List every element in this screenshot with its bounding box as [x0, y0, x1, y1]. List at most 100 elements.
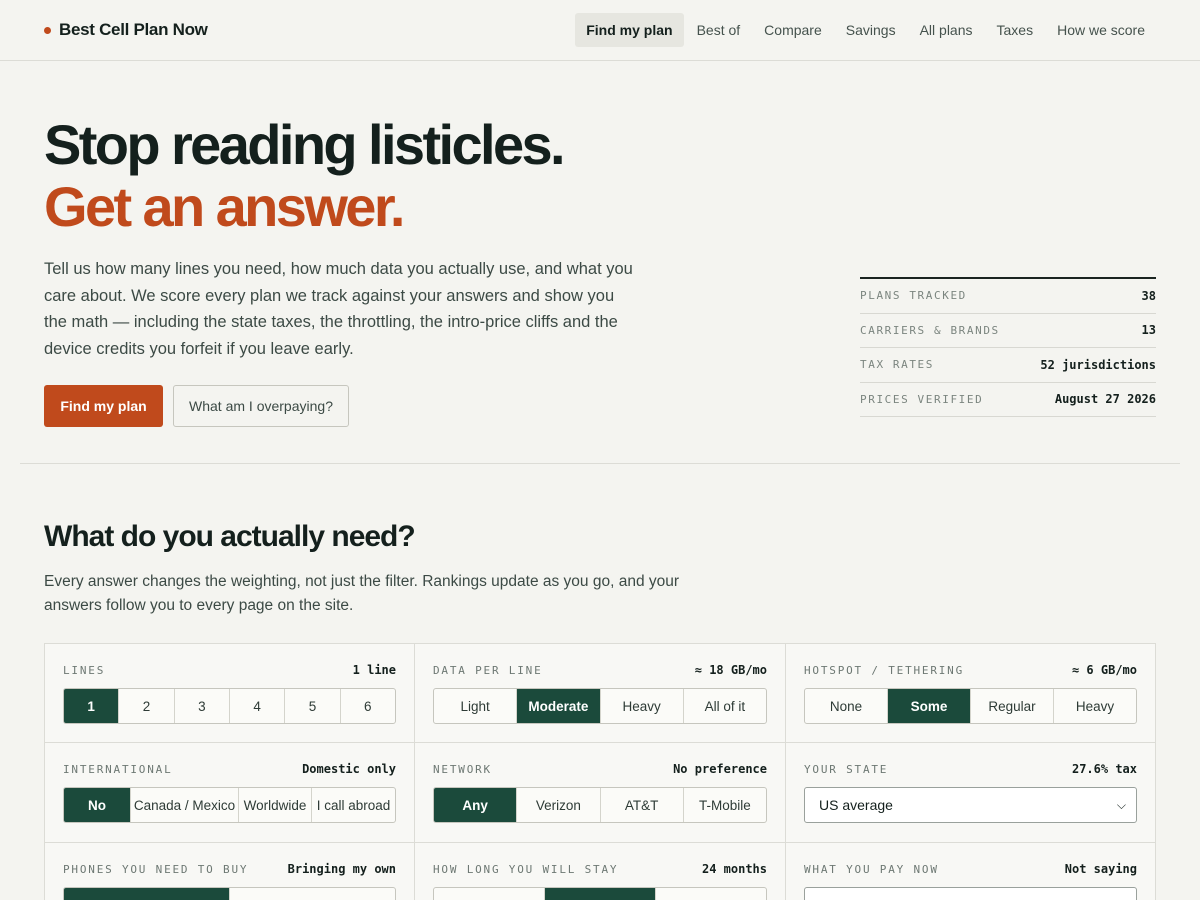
pay-now-input[interactable]	[804, 887, 1137, 900]
question-value: 27.6% tax	[1071, 762, 1137, 776]
international-option-canada-mexico[interactable]: Canada / Mexico	[131, 788, 239, 822]
question-data: DATA PER LINE ≈ 18 GB/mo Light Moderate …	[415, 644, 786, 743]
question-hotspot: HOTSPOT / TETHERING ≈ 6 GB/mo None Some …	[786, 644, 1155, 743]
stay-option[interactable]	[656, 888, 766, 900]
stat-row: TAX RATES 52 jurisdictions	[860, 348, 1156, 383]
stat-label: CARRIERS & BRANDS	[860, 323, 1000, 337]
question-value: Not saying	[1064, 862, 1137, 876]
needs-subtitle: Every answer changes the weighting, not …	[44, 573, 680, 614]
question-label: NETWORK	[433, 762, 492, 776]
question-label: WHAT YOU PAY NOW	[804, 862, 939, 876]
top-bar: Best Cell Plan Now Find my plan Best of …	[0, 0, 1200, 61]
stat-label: PRICES VERIFIED	[860, 392, 984, 406]
network-option-any[interactable]: Any	[434, 788, 518, 822]
stat-row: PLANS TRACKED 38	[860, 279, 1156, 314]
lines-segmented-control: 1 2 3 4 5 6	[63, 688, 396, 724]
stat-row: PRICES VERIFIED August 27 2026	[860, 383, 1156, 417]
question-network: NETWORK No preference Any Verizon AT&T T…	[415, 743, 786, 843]
needs-panel: LINES 1 line 1 2 3 4 5 6 DATA PER LINE ≈…	[44, 643, 1156, 900]
find-my-plan-button[interactable]: Find my plan	[44, 385, 163, 427]
question-stay: HOW LONG YOU WILL STAY 24 months	[415, 843, 786, 900]
phones-option[interactable]	[230, 888, 395, 900]
lines-option-1[interactable]: 1	[64, 689, 120, 723]
hero-title: Stop reading listicles. Get an answer.	[44, 113, 566, 238]
nav-all-plans[interactable]: All plans	[909, 13, 984, 47]
state-select-value: US average	[819, 797, 893, 813]
nav-compare[interactable]: Compare	[753, 13, 833, 47]
question-label: DATA PER LINE	[433, 663, 543, 677]
stat-value: 38	[1141, 288, 1156, 303]
data-option-all[interactable]: All of it	[684, 689, 766, 723]
data-option-light[interactable]: Light	[434, 689, 518, 723]
stat-value: 52 jurisdictions	[1040, 357, 1156, 372]
stat-label: TAX RATES	[860, 358, 935, 372]
question-state: YOUR STATE 27.6% tax US average ⌵	[786, 743, 1155, 843]
hotspot-segmented-control: None Some Regular Heavy	[804, 688, 1137, 724]
network-option-att[interactable]: AT&T	[601, 788, 684, 822]
lines-option-3[interactable]: 3	[175, 689, 230, 723]
international-option-worldwide[interactable]: Worldwide	[239, 788, 312, 822]
stay-segmented-control	[433, 887, 767, 900]
lines-option-4[interactable]: 4	[230, 689, 286, 723]
stat-value: August 27 2026	[1054, 392, 1156, 407]
state-select[interactable]: US average ⌵	[804, 787, 1137, 823]
data-option-heavy[interactable]: Heavy	[601, 689, 684, 723]
nav-find-my-plan[interactable]: Find my plan	[575, 13, 684, 47]
stay-option[interactable]	[434, 888, 545, 900]
data-option-moderate[interactable]: Moderate	[517, 689, 601, 723]
stats-table: PLANS TRACKED 38 CARRIERS & BRANDS 13 TA…	[860, 277, 1156, 417]
question-label: PHONES YOU NEED TO BUY	[63, 862, 249, 876]
main-nav: Find my plan Best of Compare Savings All…	[575, 13, 1156, 47]
question-value: ≈ 18 GB/mo	[694, 663, 767, 677]
question-pay-now: WHAT YOU PAY NOW Not saying	[786, 843, 1155, 900]
question-value: ≈ 6 GB/mo	[1071, 663, 1137, 677]
question-label: YOUR STATE	[804, 762, 889, 776]
question-value: 24 months	[701, 862, 767, 876]
brand-logo[interactable]: Best Cell Plan Now	[44, 19, 208, 41]
section-divider	[20, 463, 1180, 464]
hero-copy: Tell us how many lines you need, how muc…	[44, 260, 633, 358]
network-option-tmobile[interactable]: T-Mobile	[684, 788, 766, 822]
phones-segmented-control	[63, 887, 396, 900]
question-value: Bringing my own	[287, 862, 396, 876]
question-label: LINES	[63, 663, 106, 677]
question-label: HOW LONG YOU WILL STAY	[433, 862, 619, 876]
needs-title: What do you actually need?	[44, 520, 416, 553]
nav-taxes[interactable]: Taxes	[986, 13, 1045, 47]
question-label: INTERNATIONAL	[63, 762, 173, 776]
hotspot-option-none[interactable]: None	[805, 689, 888, 723]
hero-title-line2: Get an answer.	[44, 175, 405, 238]
network-option-verizon[interactable]: Verizon	[517, 788, 601, 822]
stat-row: CARRIERS & BRANDS 13	[860, 314, 1156, 348]
phones-option[interactable]	[64, 888, 230, 900]
stay-option[interactable]	[545, 888, 656, 900]
international-option-call-abroad[interactable]: I call abroad	[312, 788, 395, 822]
overpaying-button[interactable]: What am I overpaying?	[173, 385, 349, 427]
nav-how-we-score[interactable]: How we score	[1046, 13, 1156, 47]
stat-label: PLANS TRACKED	[860, 289, 967, 303]
data-segmented-control: Light Moderate Heavy All of it	[433, 688, 767, 724]
question-value: Domestic only	[302, 762, 396, 776]
international-option-no[interactable]: No	[64, 788, 131, 822]
stat-value: 13	[1141, 323, 1156, 338]
nav-best-of[interactable]: Best of	[686, 13, 752, 47]
brand-name: Best Cell Plan Now	[59, 20, 208, 39]
question-international: INTERNATIONAL Domestic only No Canada / …	[45, 743, 415, 843]
question-label: HOTSPOT / TETHERING	[804, 663, 965, 677]
international-segmented-control: No Canada / Mexico Worldwide I call abro…	[63, 787, 396, 823]
hotspot-option-regular[interactable]: Regular	[971, 689, 1054, 723]
question-lines: LINES 1 line 1 2 3 4 5 6	[45, 644, 415, 743]
lines-option-6[interactable]: 6	[341, 689, 395, 723]
chevron-down-icon: ⌵	[1116, 797, 1126, 812]
hero-title-line1: Stop reading listicles.	[44, 113, 566, 176]
brand-dot-icon	[44, 26, 51, 34]
lines-option-2[interactable]: 2	[119, 689, 175, 723]
hotspot-option-heavy[interactable]: Heavy	[1054, 689, 1136, 723]
question-phones: PHONES YOU NEED TO BUY Bringing my own	[45, 843, 415, 900]
network-segmented-control: Any Verizon AT&T T-Mobile	[433, 787, 767, 823]
question-value: No preference	[673, 762, 767, 776]
lines-option-5[interactable]: 5	[285, 689, 341, 723]
hotspot-option-some[interactable]: Some	[888, 689, 971, 723]
question-value: 1 line	[352, 663, 396, 677]
nav-savings[interactable]: Savings	[835, 13, 907, 47]
